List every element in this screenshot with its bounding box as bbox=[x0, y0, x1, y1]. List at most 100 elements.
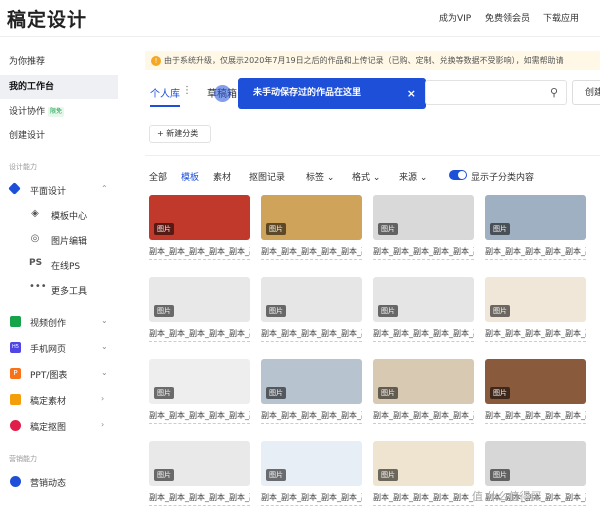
filter-source[interactable]: 来源 ⌄ bbox=[399, 170, 427, 183]
image-edit-icon: ◎ bbox=[30, 233, 40, 244]
sidebar-item-template-center[interactable]: 模板中心 bbox=[51, 209, 87, 222]
chevron-down-icon[interactable]: ⌄ bbox=[101, 368, 108, 377]
asset-title[interactable]: 副本_副本_副本_副本_副本_副本_副本_ bbox=[149, 492, 250, 503]
image-type-tag: 图片 bbox=[490, 223, 510, 235]
asset-title[interactable]: 副本_副本_副本_副本_副本_副本_副本_ bbox=[149, 246, 250, 257]
sidebar-item-h5[interactable]: 手机网页 bbox=[30, 342, 66, 355]
card-divider bbox=[261, 341, 362, 342]
asset-title[interactable]: 副本_副本_副本_副本_副本_副本_副本_ bbox=[261, 246, 362, 257]
sidebar-item-online-ps[interactable]: 在线PS bbox=[51, 259, 80, 272]
brush-icon bbox=[8, 182, 21, 195]
asset-title[interactable]: 副本_副本_副本_副本_副本_副本_副本_ bbox=[261, 328, 362, 339]
drafts-tooltip: 未手动保存过的作品在这里 × bbox=[238, 78, 426, 109]
chevron-down-icon[interactable]: ⌄ bbox=[101, 342, 108, 351]
filter-material[interactable]: 素材 bbox=[213, 170, 231, 183]
new-category-button[interactable]: + 新建分类 bbox=[149, 125, 211, 143]
asset-card[interactable]: 图片 bbox=[485, 277, 586, 322]
more-dots-icon: ••• bbox=[29, 281, 47, 292]
asset-title[interactable]: 副本_副本_副本_副本_副本_副本_副本_ bbox=[261, 410, 362, 421]
sidebar-item-recommend[interactable]: 为你推荐 bbox=[0, 50, 118, 74]
asset-card[interactable]: 图片 bbox=[261, 277, 362, 322]
asset-card[interactable]: 图片 bbox=[149, 359, 250, 404]
card-divider bbox=[485, 341, 586, 342]
asset-title[interactable]: 副本_副本_副本_副本_副本_副本_副本_ bbox=[373, 410, 474, 421]
show-subcategory-label: 显示子分类内容 bbox=[471, 173, 535, 183]
show-subcategory-toggle[interactable] bbox=[449, 170, 467, 180]
asset-card[interactable]: 图片 bbox=[149, 195, 250, 240]
app-logo[interactable]: 稿定设计 bbox=[7, 5, 87, 32]
image-type-tag: 图片 bbox=[154, 387, 174, 399]
more-vertical-icon[interactable]: ⋮ bbox=[182, 85, 192, 96]
system-notice: ! 由于系统升级，仅展示2020年7月19日之后的作品和上传记录（已购、定制、兑换… bbox=[145, 51, 600, 70]
asset-title[interactable]: 副本_副本_副本_副本_副本_副本_副本_ bbox=[373, 328, 474, 339]
asset-title[interactable]: 副本_副本_副本_副本_副本_副本_副本_ bbox=[485, 328, 586, 339]
image-type-tag: 图片 bbox=[266, 387, 286, 399]
sidebar-item-assets[interactable]: 稿定素材 bbox=[30, 394, 66, 407]
sidebar-item-video[interactable]: 视频创作 bbox=[30, 316, 66, 329]
free-member-link[interactable]: 免费领会员 bbox=[485, 11, 530, 24]
sidebar-item-more-tools[interactable]: 更多工具 bbox=[51, 284, 87, 297]
card-divider bbox=[485, 259, 586, 260]
h5-icon: H5 bbox=[10, 342, 21, 353]
filter-tags[interactable]: 标签 ⌄ bbox=[306, 170, 334, 183]
asset-card[interactable]: 图片 bbox=[373, 359, 474, 404]
notice-text: 由于系统升级，仅展示2020年7月19日之后的作品和上传记录（已购、定制、兑换等… bbox=[164, 56, 564, 65]
asset-card[interactable]: 图片 bbox=[485, 441, 586, 486]
become-vip-link[interactable]: 成为VIP bbox=[439, 11, 471, 24]
tab-personal[interactable]: 个人库 bbox=[150, 85, 180, 107]
asset-card[interactable]: 图片 bbox=[149, 441, 250, 486]
folder-icon bbox=[10, 394, 21, 405]
chevron-down-icon: ⌄ bbox=[326, 173, 335, 183]
asset-card[interactable]: 图片 bbox=[373, 277, 474, 322]
filter-all[interactable]: 全部 bbox=[149, 170, 167, 183]
asset-title[interactable]: 副本_副本_副本_副本_副本_副本_副本_ bbox=[149, 328, 250, 339]
card-divider bbox=[261, 505, 362, 506]
card-divider bbox=[149, 423, 250, 424]
asset-title[interactable]: 副本_副本_副本_副本_副本_副本_副本_ bbox=[149, 410, 250, 421]
image-type-tag: 图片 bbox=[154, 305, 174, 317]
create-button[interactable]: 创建 bbox=[572, 80, 600, 105]
asset-title[interactable]: 副本_副本_副本_副本_副本_副本_副本_ bbox=[261, 492, 362, 503]
marketing-icon bbox=[10, 476, 21, 487]
asset-card[interactable]: 图片 bbox=[485, 359, 586, 404]
asset-card[interactable]: 图片 bbox=[261, 359, 362, 404]
image-type-tag: 图片 bbox=[154, 223, 174, 235]
asset-card[interactable]: 图片 bbox=[373, 441, 474, 486]
sidebar-item-create[interactable]: 创建设计 bbox=[0, 124, 118, 148]
sidebar-item-image-edit[interactable]: 图片编辑 bbox=[51, 234, 87, 247]
asset-card[interactable]: 图片 bbox=[261, 195, 362, 240]
asset-card[interactable]: 图片 bbox=[261, 441, 362, 486]
filter-template[interactable]: 模板 bbox=[181, 170, 199, 183]
image-type-tag: 图片 bbox=[266, 469, 286, 481]
download-app-link[interactable]: 下载应用 bbox=[543, 11, 579, 24]
sidebar-item-marketing[interactable]: 营销动态 bbox=[30, 476, 66, 489]
ppt-icon: P bbox=[10, 368, 21, 379]
asset-title[interactable]: 副本_副本_副本_副本_副本_副本_副本_ bbox=[373, 492, 474, 503]
sidebar-item-graphic[interactable]: 平面设计 bbox=[30, 184, 66, 197]
chevron-up-icon[interactable]: ⌃ bbox=[101, 184, 108, 193]
card-divider bbox=[485, 505, 586, 506]
section-design: 设计能力 bbox=[9, 163, 37, 171]
search-input[interactable]: ⚲ bbox=[425, 80, 567, 105]
sidebar-item-workspace[interactable]: 我的工作台 bbox=[0, 75, 118, 99]
filter-format[interactable]: 格式 ⌄ bbox=[352, 170, 380, 183]
search-icon[interactable]: ⚲ bbox=[550, 86, 558, 99]
chevron-right-icon[interactable]: › bbox=[101, 420, 104, 429]
asset-card[interactable]: 图片 bbox=[485, 195, 586, 240]
video-icon bbox=[10, 316, 21, 327]
asset-title[interactable]: 副本_副本_副本_副本_副本_副本_副本_ bbox=[485, 410, 586, 421]
asset-card[interactable]: 图片 bbox=[149, 277, 250, 322]
asset-title[interactable]: 副本_副本_副本_副本_副本_副本_副本_ bbox=[485, 246, 586, 257]
filter-cutout-records[interactable]: 抠图记录 bbox=[249, 170, 285, 183]
chevron-down-icon[interactable]: ⌄ bbox=[101, 316, 108, 325]
asset-card[interactable]: 图片 bbox=[373, 195, 474, 240]
sidebar-item-collab[interactable]: 设计协作 限免 bbox=[0, 100, 118, 124]
divider bbox=[145, 155, 600, 156]
sidebar-item-ppt[interactable]: PPT/图表 bbox=[30, 368, 67, 381]
asset-title[interactable]: 副本_副本_副本_副本_副本_副本_副本_ bbox=[373, 246, 474, 257]
card-divider bbox=[373, 505, 474, 506]
sidebar-item-cutout[interactable]: 稿定抠图 bbox=[30, 420, 66, 433]
close-icon[interactable]: × bbox=[407, 78, 416, 109]
info-icon: ! bbox=[151, 56, 161, 66]
chevron-right-icon[interactable]: › bbox=[101, 394, 104, 403]
